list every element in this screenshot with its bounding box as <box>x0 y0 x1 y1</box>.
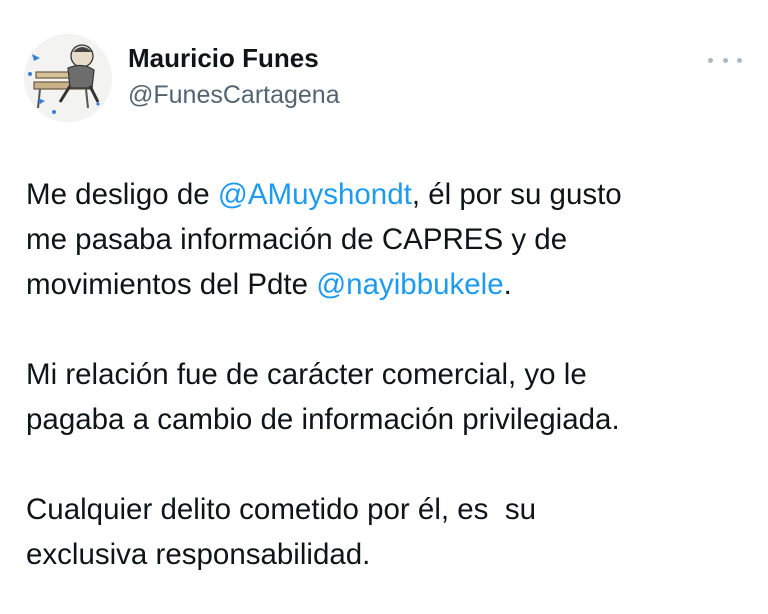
more-horizontal-icon-dot <box>737 57 742 63</box>
tweet-text-segment: . <box>503 268 512 301</box>
author-handle[interactable]: @FunesCartagena <box>128 78 340 112</box>
more-horizontal-icon <box>708 57 713 63</box>
tweet-line: Cualquier delito cometido por él, es su <box>26 493 536 526</box>
tweet-line: pagaba a cambio de información privilegi… <box>26 403 620 436</box>
tweet-line: Me desligo de @AMuyshondt, él por su gus… <box>26 172 746 217</box>
tweet-line: movimientos del Pdte @nayibbukele. <box>26 262 746 307</box>
tweet-text-segment: Me desligo de <box>26 178 218 211</box>
tweet-line: Mi relación fue de carácter comercial, y… <box>26 358 587 391</box>
more-options-button[interactable] <box>708 50 742 70</box>
caricature-avatar-icon <box>24 34 112 122</box>
author-avatar[interactable] <box>24 34 112 122</box>
mention-link[interactable]: @AMuyshondt <box>218 178 412 211</box>
tweet-card: Mauricio Funes @FunesCartagena Me deslig… <box>0 0 768 614</box>
tweet-line: me pasaba información de CAPRES y de <box>26 223 568 256</box>
author-info: Mauricio Funes @FunesCartagena <box>128 42 340 112</box>
mention-link[interactable]: @nayibbukele <box>316 268 503 301</box>
tweet-text-segment: , él por su gusto <box>411 178 622 211</box>
tweet-text: Me desligo de @AMuyshondt, él por su gus… <box>26 172 746 577</box>
author-display-name[interactable]: Mauricio Funes <box>128 42 340 74</box>
tweet-paragraph: Cualquier delito cometido por él, es su … <box>26 487 746 577</box>
tweet-paragraph: Me desligo de @AMuyshondt, él por su gus… <box>26 172 746 307</box>
tweet-paragraph: Mi relación fue de carácter comercial, y… <box>26 352 746 442</box>
tweet-text-segment: movimientos del Pdte <box>26 268 317 301</box>
tweet-line: exclusiva responsabilidad. <box>26 538 371 571</box>
more-horizontal-icon-dot <box>722 57 728 63</box>
